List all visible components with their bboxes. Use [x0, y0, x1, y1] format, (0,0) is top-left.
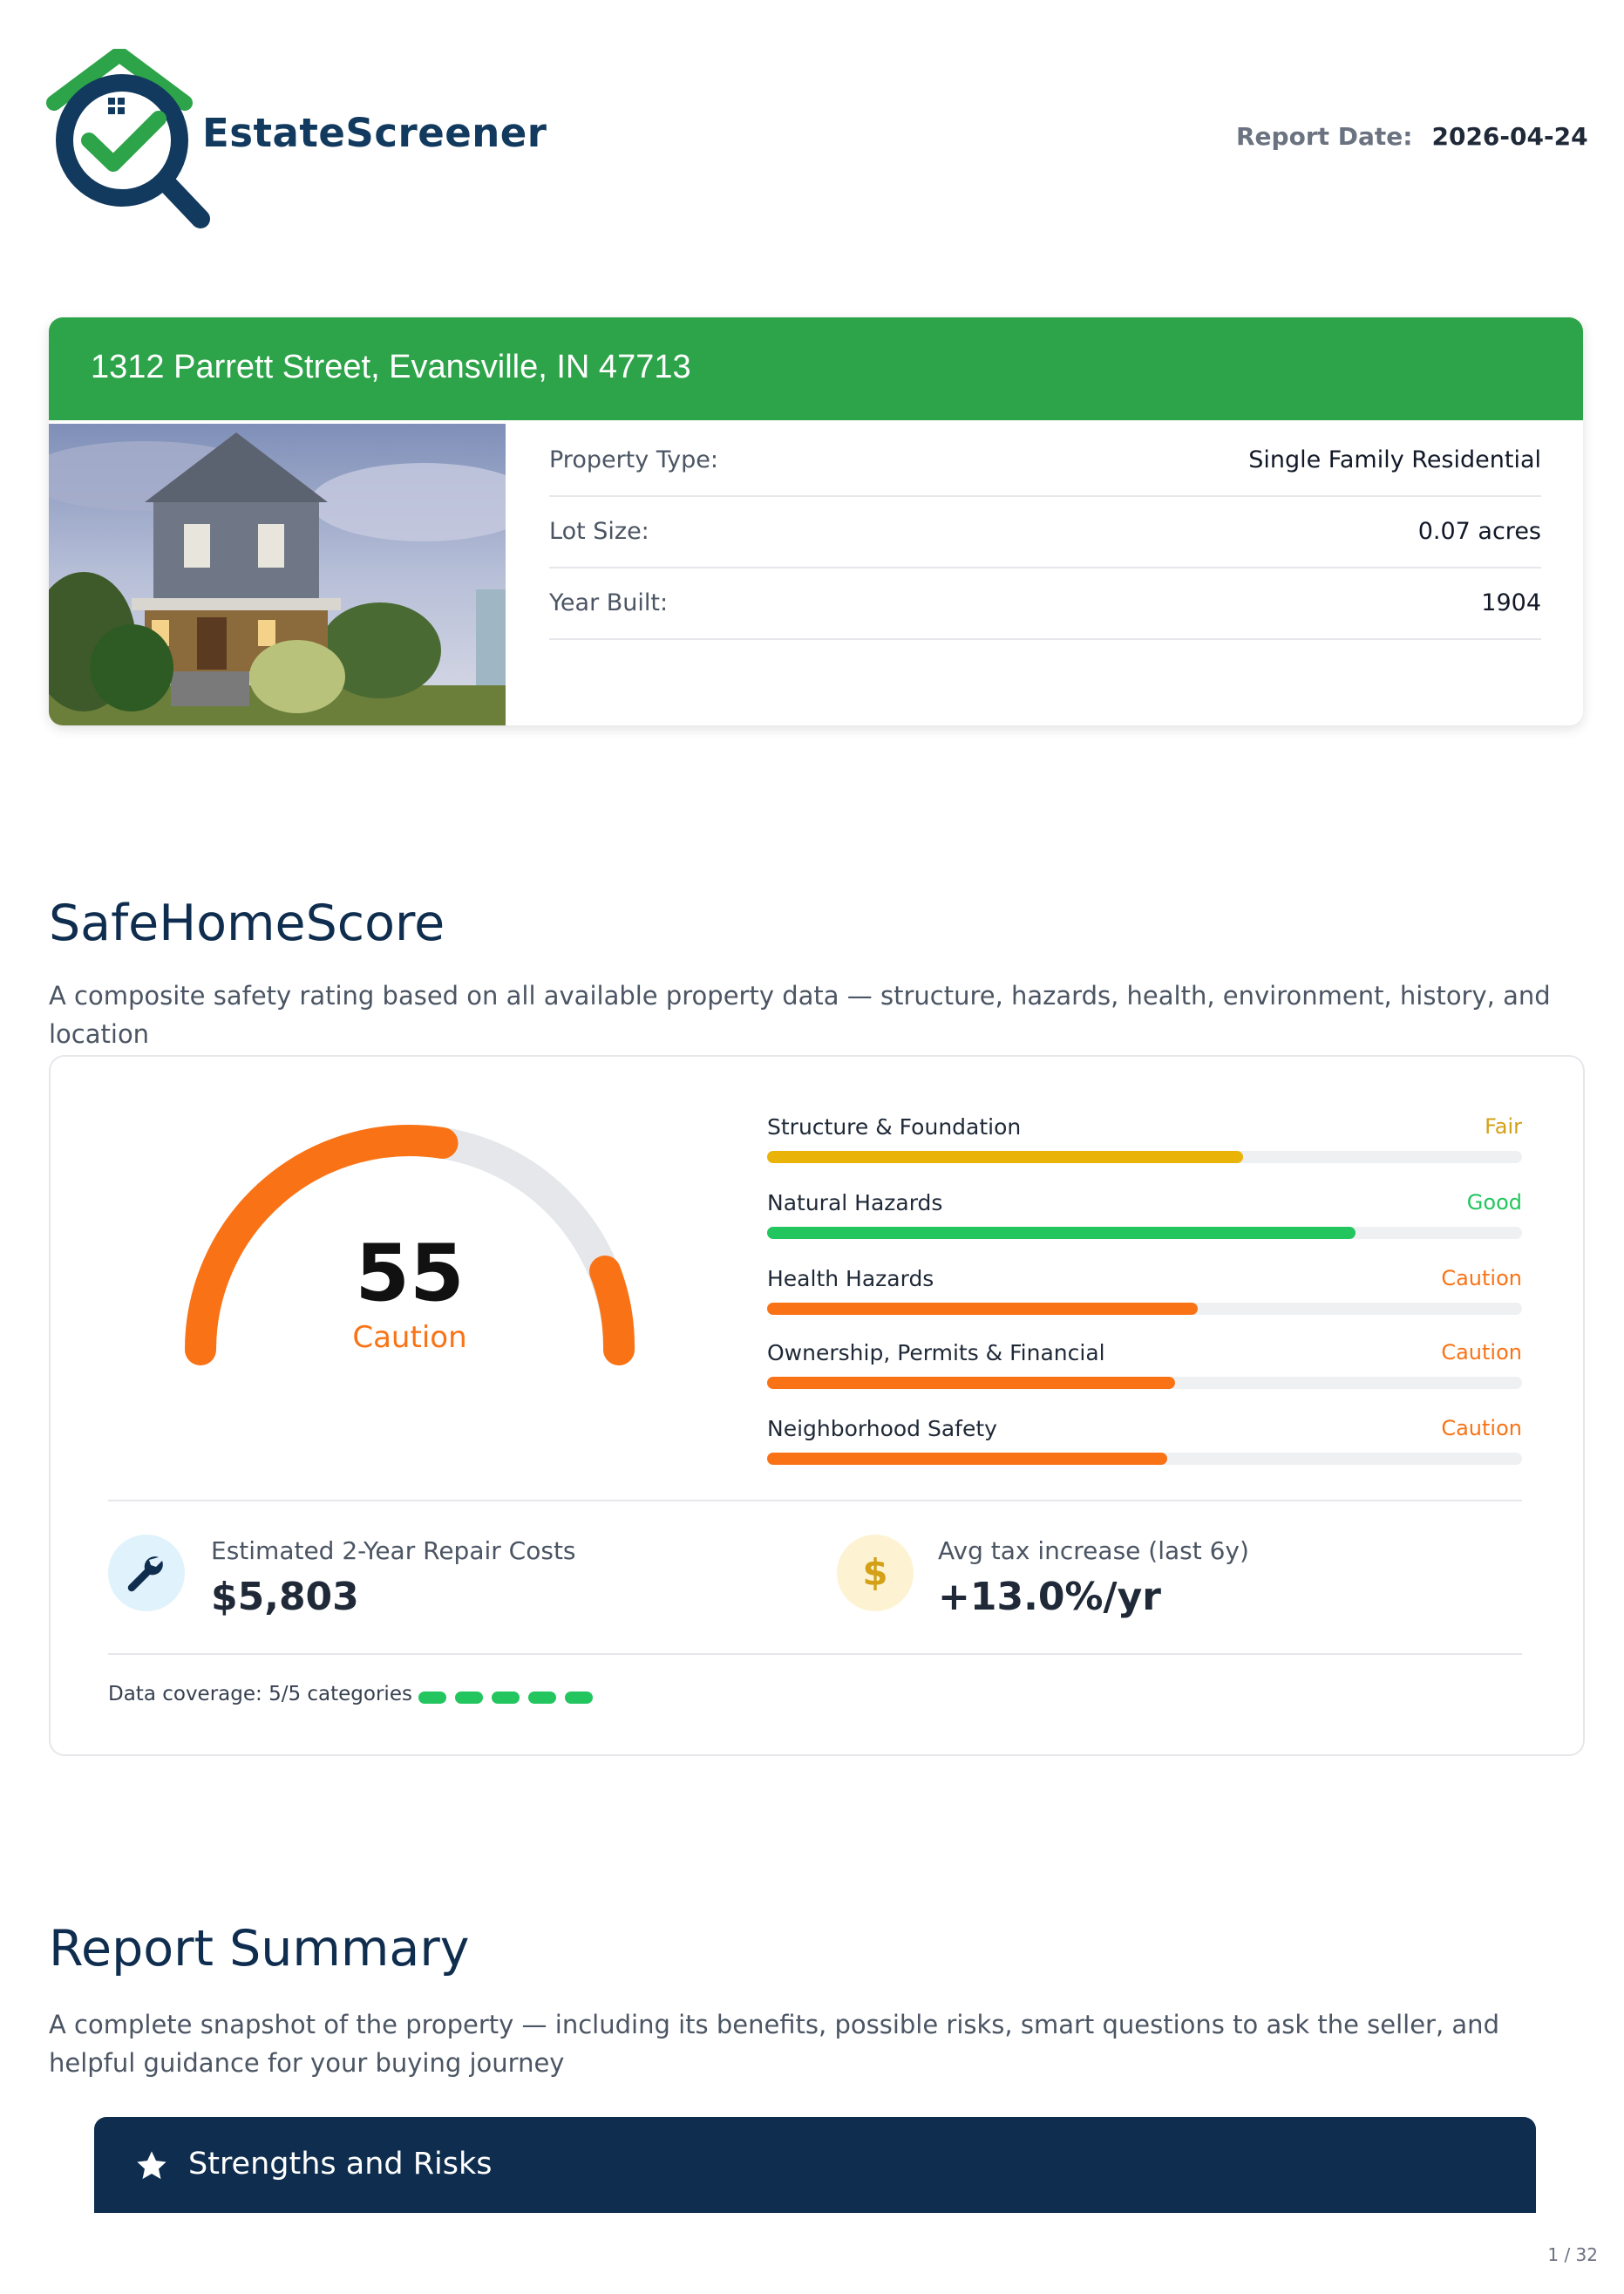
- category-neighborhood: Neighborhood Safety Caution: [767, 1416, 1522, 1477]
- category-rating: Caution: [1441, 1416, 1522, 1440]
- lot-size-row: Lot Size: 0.07 acres: [549, 495, 1541, 568]
- category-rating: Caution: [1441, 1266, 1522, 1290]
- divider: [108, 1500, 1522, 1501]
- category-name: Structure & Foundation: [767, 1114, 1022, 1140]
- dollar-symbol: $: [862, 1551, 888, 1594]
- category-health-hazards: Health Hazards Caution: [767, 1266, 1522, 1327]
- property-header: 1312 Parrett Street, Evansville, IN 4771…: [49, 317, 1583, 420]
- category-track: [767, 1227, 1522, 1239]
- lot-size-label: Lot Size:: [549, 518, 649, 545]
- category-natural-hazards: Natural Hazards Good: [767, 1190, 1522, 1251]
- report-date: Report Date: 2026-04-24: [1236, 122, 1588, 151]
- category-rating: Caution: [1441, 1340, 1522, 1365]
- coverage-pill: [492, 1692, 520, 1704]
- category-rating: Good: [1466, 1190, 1522, 1215]
- property-address: 1312 Parrett Street, Evansville, IN 4771…: [91, 349, 691, 385]
- score-value: 55: [355, 1228, 465, 1319]
- category-name: Ownership, Permits & Financial: [767, 1340, 1105, 1365]
- divider: [108, 1653, 1522, 1655]
- category-bar: [767, 1377, 1175, 1389]
- strengths-risks-banner[interactable]: Strengths and Risks: [94, 2117, 1536, 2213]
- category-name: Natural Hazards: [767, 1190, 943, 1215]
- safehomescore-title: SafeHomeScore: [49, 895, 445, 952]
- tax-increase-label: Avg tax increase (last 6y): [938, 1536, 1249, 1565]
- property-card: 1312 Parrett Street, Evansville, IN 4771…: [49, 317, 1583, 725]
- lot-size-value: 0.07 acres: [1417, 518, 1541, 545]
- category-track: [767, 1303, 1522, 1315]
- repair-cost-label: Estimated 2-Year Repair Costs: [211, 1536, 576, 1565]
- category-bar: [767, 1453, 1167, 1465]
- tax-increase-value: +13.0%/yr: [938, 1575, 1161, 1619]
- category-structure: Structure & Foundation Fair: [767, 1114, 1522, 1175]
- category-track: [767, 1453, 1522, 1465]
- page-number: 1 / 32: [1547, 2244, 1598, 2265]
- category-bar: [767, 1227, 1356, 1239]
- coverage-pill: [455, 1692, 483, 1704]
- year-built-value: 1904: [1481, 589, 1541, 616]
- gauge-end-cap: [589, 1256, 635, 1365]
- report-date-value: 2026-04-24: [1431, 122, 1588, 151]
- year-built-label: Year Built:: [549, 589, 669, 616]
- report-summary-title: Report Summary: [49, 1920, 470, 1977]
- wrench-icon: [108, 1535, 185, 1611]
- category-name: Health Hazards: [767, 1266, 934, 1291]
- coverage-pill: [528, 1692, 556, 1704]
- category-rating: Fair: [1485, 1114, 1522, 1139]
- coverage-pill: [418, 1692, 446, 1704]
- category-bar: [767, 1303, 1198, 1315]
- property-type-value: Single Family Residential: [1248, 446, 1541, 473]
- brand-name: EstateScreener: [202, 110, 547, 156]
- dollar-icon: $: [837, 1535, 914, 1611]
- data-coverage-label: Data coverage: 5/5 categories: [108, 1683, 412, 1705]
- safehomescore-subtitle: A composite safety rating based on all a…: [49, 981, 1551, 1049]
- category-track: [767, 1377, 1522, 1389]
- score-rating: Caution: [352, 1320, 467, 1355]
- coverage-pill: [565, 1692, 593, 1704]
- category-name: Neighborhood Safety: [767, 1416, 997, 1441]
- category-bar: [767, 1151, 1243, 1163]
- repair-cost-value: $5,803: [211, 1575, 359, 1619]
- property-type-label: Property Type:: [549, 446, 718, 473]
- report-date-label: Report Date:: [1236, 122, 1413, 151]
- year-built-row: Year Built: 1904: [549, 567, 1541, 640]
- house-photo: [49, 424, 506, 725]
- property-type-row: Property Type: Single Family Residential: [549, 424, 1541, 497]
- star-icon: [137, 2151, 166, 2180]
- category-ownership: Ownership, Permits & Financial Caution: [767, 1340, 1522, 1401]
- category-track: [767, 1151, 1522, 1163]
- strengths-risks-title: Strengths and Risks: [188, 2147, 493, 2182]
- report-summary-subtitle: A complete snapshot of the property — in…: [49, 2010, 1499, 2078]
